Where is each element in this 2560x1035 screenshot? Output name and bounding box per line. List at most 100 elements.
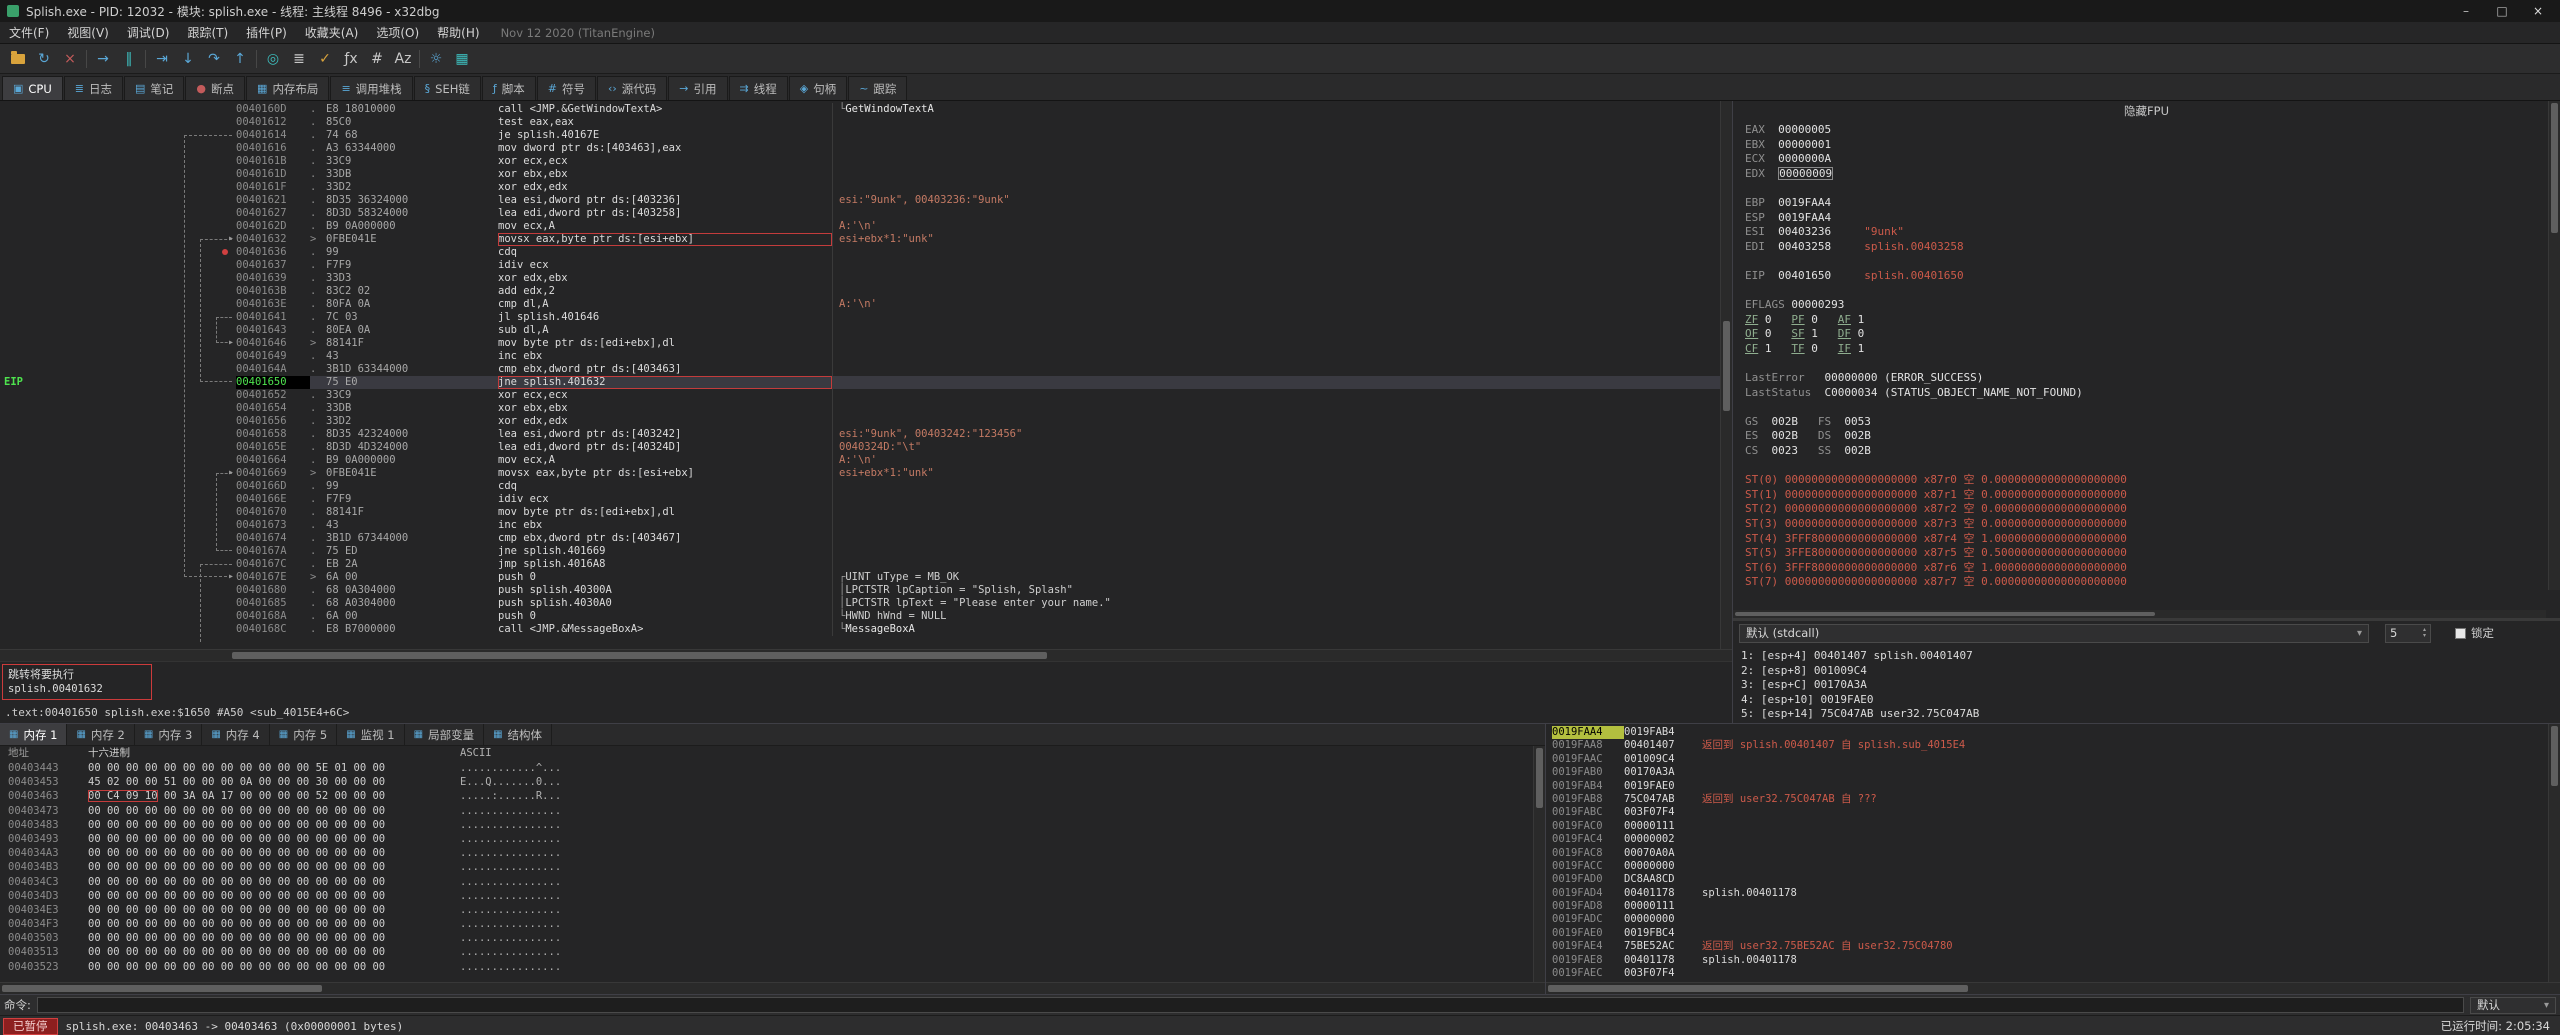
register-line[interactable]: EFLAGS 00000293 <box>1745 298 2546 313</box>
breakpoint-dot[interactable] <box>222 249 228 255</box>
register-line[interactable]: CF 1 TF 0 IF 1 <box>1745 342 2546 357</box>
stack-row-0019FAEC[interactable]: 0019FAEC 003F07F4 <box>1552 967 2560 980</box>
stack-row-0019FAD4[interactable]: 0019FAD4 00401178 splish.00401178 <box>1552 887 2560 900</box>
command-input[interactable] <box>36 997 2464 1013</box>
registers-view[interactable]: EAX 00000005 EBX 00000001 ECX 0000000A EDX … <box>1733 121 2560 610</box>
stack-row-0019FAD8[interactable]: 0019FAD8 00000111 <box>1552 900 2560 913</box>
step-into-button[interactable]: ↓ <box>175 47 201 71</box>
tab-memory-3[interactable]: ▦ 内存 3 <box>135 724 203 745</box>
register-line[interactable]: ESI 00403236 "9unk" <box>1745 225 2546 240</box>
disasm-row-00401612[interactable]: 00401612. 85C0 test eax,eax <box>0 116 1720 129</box>
register-line[interactable] <box>1745 181 2546 196</box>
run-to-user-code-button[interactable]: ⇥ <box>149 47 175 71</box>
tab-references[interactable]: → 引用 <box>668 76 728 100</box>
disasm-row-00401641[interactable]: 00401641. 7C 03 jl splish.401646 <box>0 311 1720 324</box>
dump-row-00403503[interactable]: 00403503 00 00 00 00 00 00 00 00 00 00 00… <box>8 931 1545 945</box>
stack-row-0019FACC[interactable]: 0019FACC 00000000 <box>1552 860 2560 873</box>
register-line[interactable]: ST(7) 00000000000000000000 x87r7 空 0.000… <box>1745 575 2546 590</box>
register-line[interactable]: CS 0023 SS 002B <box>1745 444 2546 459</box>
tab-memory-1[interactable]: ▦ 内存 1 <box>0 724 68 745</box>
command-type-dropdown[interactable]: 默认 ▾ <box>2470 996 2556 1014</box>
dump-row-00403463[interactable]: 00403463 00 C4 09 10 00 3A 0A 17 00 00 00… <box>8 789 1545 803</box>
disasm-row-00401650[interactable]: 00401650 75 E0 jne splish.401632 <box>0 376 1720 389</box>
scrollbar-thumb[interactable] <box>2551 103 2558 233</box>
tab-source[interactable]: ‹› 源代码 <box>596 76 668 100</box>
disasm-row-0040166E[interactable]: 0040166E. F7F9 idiv ecx <box>0 493 1720 506</box>
scrollbar-thumb[interactable] <box>2 985 322 992</box>
register-line[interactable]: ST(4) 3FFF8000000000000000 x87r4 空 1.000… <box>1745 532 2546 547</box>
disasm-vertical-scrollbar[interactable] <box>1720 101 1732 649</box>
disasm-row-0040162D[interactable]: 0040162D. B9 0A000000 mov ecx,A A:'\n' <box>0 220 1720 233</box>
tab-seh[interactable]: § SEH链 <box>413 76 481 100</box>
memory-dump-view[interactable]: 00403443 00 00 00 00 00 00 00 00 00 00 00… <box>0 761 1545 982</box>
register-line[interactable] <box>1745 254 2546 269</box>
dump-row-004034A3[interactable]: 004034A3 00 00 00 00 00 00 00 00 00 00 00… <box>8 846 1545 860</box>
tab-struct[interactable]: ▦ 结构体 <box>484 724 553 745</box>
register-line[interactable]: EDI 00403258 splish.00403258 <box>1745 240 2546 255</box>
tab-cpu[interactable]: ▣ CPU <box>2 76 63 100</box>
fx-button[interactable]: ƒx <box>338 47 364 71</box>
register-line[interactable]: ST(5) 3FFE8000000000000000 x87r5 空 0.500… <box>1745 546 2546 561</box>
disassembly-view[interactable]: 0040160D. E8 18010000 call <JMP.&GetWindow… <box>0 101 1720 649</box>
menu-item-3[interactable]: 调试(D) <box>118 24 179 41</box>
register-line[interactable]: ST(0) 00000000000000000000 x87r0 空 0.000… <box>1745 473 2546 488</box>
registers-horizontal-scrollbar[interactable] <box>1733 610 2546 618</box>
stack-row-0019FAC8[interactable]: 0019FAC8 00070A0A <box>1552 847 2560 860</box>
register-line[interactable]: ST(1) 00000000000000000000 x87r1 空 0.000… <box>1745 488 2546 503</box>
tab-breakpoints[interactable]: ● 断点 <box>185 76 246 100</box>
scrollbar-thumb[interactable] <box>1723 321 1730 411</box>
tab-notes[interactable]: ▤ 笔记 <box>124 76 185 100</box>
disasm-row-00401658[interactable]: 00401658. 8D35 42324000 lea esi,dword ptr … <box>0 428 1720 441</box>
disasm-row-0040168A[interactable]: 0040168A. 6A 00 push 0 └HWND hWnd = NULL <box>0 610 1720 623</box>
execute-till-return-button[interactable]: ↑ <box>227 47 253 71</box>
dump-row-004034F3[interactable]: 004034F3 00 00 00 00 00 00 00 00 00 00 00… <box>8 917 1545 931</box>
register-line[interactable]: EIP 00401650 splish.00401650 <box>1745 269 2546 284</box>
dump-row-004034B3[interactable]: 004034B3 00 00 00 00 00 00 00 00 00 00 00… <box>8 860 1545 874</box>
disasm-row-00401654[interactable]: 00401654. 33DB xor ebx,ebx <box>0 402 1720 415</box>
disasm-row-00401632[interactable]: 00401632 >0FBE041E movsx eax,byte ptr ds:[… <box>0 233 1720 246</box>
dump-row-00403473[interactable]: 00403473 00 00 00 00 00 00 00 00 00 00 00… <box>8 804 1545 818</box>
strings-button[interactable]: Az <box>390 47 416 71</box>
disasm-row-0040163E[interactable]: 0040163E. 80FA 0A cmp dl,A A:'\n' <box>0 298 1720 311</box>
disasm-row-0040161F[interactable]: 0040161F. 33D2 xor edx,edx <box>0 181 1720 194</box>
scrollbar-thumb[interactable] <box>2551 726 2558 786</box>
menu-item-4[interactable]: 跟踪(T) <box>178 24 237 41</box>
scrollbar-thumb[interactable] <box>1536 748 1543 808</box>
disasm-row-0040166D[interactable]: 0040166D. 99 cdq <box>0 480 1720 493</box>
tab-log[interactable]: ≣ 日志 <box>63 76 124 100</box>
stack-row-0019FAE0[interactable]: 0019FAE0 0019FBC4 <box>1552 927 2560 940</box>
register-line[interactable]: EBP 0019FAA4 <box>1745 196 2546 211</box>
dump-row-00403523[interactable]: 00403523 00 00 00 00 00 00 00 00 00 00 00… <box>8 960 1545 974</box>
patch-button[interactable]: ✓ <box>312 47 338 71</box>
register-line[interactable]: LastError 00000000 (ERROR_SUCCESS) <box>1745 371 2546 386</box>
dump-row-00403483[interactable]: 00403483 00 00 00 00 00 00 00 00 00 00 00… <box>8 818 1545 832</box>
lock-checkbox[interactable] <box>2455 627 2466 639</box>
register-line[interactable]: ES 002B DS 002B <box>1745 429 2546 444</box>
menu-item-8[interactable]: 帮助(H) <box>428 24 488 41</box>
dump-row-00403453[interactable]: 00403453 45 02 00 00 51 00 00 00 0A 00 00… <box>8 775 1545 789</box>
tab-watch-1[interactable]: ▦ 监视 1 <box>337 724 405 745</box>
menu-item-7[interactable]: 选项(O) <box>367 24 428 41</box>
tab-threads[interactable]: ⇉ 线程 <box>728 76 788 100</box>
argument-3[interactable]: 3: [esp+C] 00170A3A <box>1741 678 2560 693</box>
stack-row-0019FABC[interactable]: 0019FABC 003F07F4 <box>1552 806 2560 819</box>
register-line[interactable]: ESP 0019FAA4 <box>1745 211 2546 226</box>
stack-row-0019FAAC[interactable]: 0019FAAC 001009C4 <box>1552 753 2560 766</box>
register-line[interactable]: ST(3) 00000000000000000000 x87r3 空 0.000… <box>1745 517 2546 532</box>
calling-convention-dropdown[interactable]: 默认 (stdcall) ▾ <box>1739 623 2369 643</box>
disasm-row-00401670[interactable]: 00401670. 88141F mov byte ptr ds:[edi+ebx]… <box>0 506 1720 519</box>
register-line[interactable]: EBX 00000001 <box>1745 138 2546 153</box>
hash-button[interactable]: # <box>364 47 390 71</box>
register-line[interactable]: EAX 00000005 <box>1745 123 2546 138</box>
tab-symbols[interactable]: # 符号 <box>536 76 596 100</box>
register-line[interactable] <box>1745 357 2546 372</box>
disasm-row-00401664[interactable]: 00401664. B9 0A000000 mov ecx,A A:'\n' <box>0 454 1720 467</box>
dump-vertical-scrollbar[interactable] <box>1533 746 1545 982</box>
spinner-arrows-icon[interactable]: ▴ ▾ <box>2423 627 2426 639</box>
disasm-row-00401614[interactable]: 00401614. 74 68 je splish.40167E <box>0 129 1720 142</box>
minimize-button[interactable]: – <box>2448 0 2484 22</box>
argument-5[interactable]: 5: [esp+14] 75C047AB user32.75C047AB <box>1741 707 2560 722</box>
registers-vertical-scrollbar[interactable] <box>2548 101 2560 590</box>
disasm-row-0040168C[interactable]: 0040168C. E8 B7000000 call <JMP.&MessageBo… <box>0 623 1720 636</box>
pause-button[interactable]: ‖ <box>116 47 142 71</box>
